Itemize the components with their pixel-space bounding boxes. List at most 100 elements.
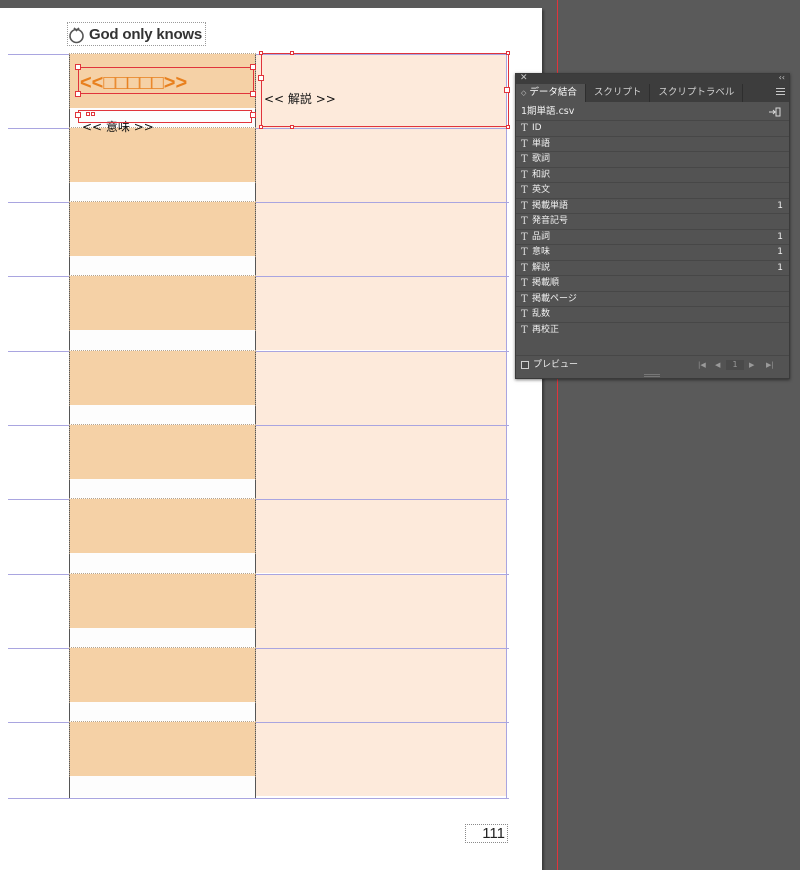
meaning-selection-frame[interactable] [78,110,252,123]
field-name: 英文 [532,185,551,195]
field-name: 歌詞 [532,154,551,164]
panel-tabs: ◇ データ結合 スクリプト スクリプトラベル [516,84,789,102]
meaning-frame[interactable] [70,479,255,500]
selection-handle[interactable] [75,91,81,97]
description-frame[interactable] [256,277,506,350]
text-field-icon: T [521,154,528,165]
close-icon[interactable]: ✕ [520,73,528,83]
description-frame[interactable] [256,500,506,573]
selection-handle[interactable] [506,125,510,129]
text-field-icon: T [521,231,528,243]
panel-title-bar[interactable]: ✕ ‹‹ [516,73,789,84]
field-row-english[interactable]: T 英文 [516,182,789,198]
field-row-pronunciation[interactable]: T 発音記号 [516,213,789,229]
term-frame[interactable] [69,350,256,406]
field-row-part-of-speech[interactable]: T 品詞 1 [516,228,789,244]
term-selection-frame[interactable] [78,67,254,94]
selection-handle[interactable] [259,51,263,55]
description-frame[interactable] [256,203,506,276]
term-frame[interactable] [69,721,256,777]
description-selection-frame[interactable] [261,53,509,127]
meaning-frame[interactable] [70,776,255,797]
selection-handle[interactable] [86,112,90,116]
meaning-frame[interactable] [70,553,255,574]
field-row-meaning[interactable]: T 意味 1 [516,244,789,260]
description-frame[interactable] [256,352,506,425]
preview-checkbox[interactable] [521,361,529,369]
field-row-id[interactable]: T ID [516,120,789,136]
field-count: 1 [777,231,783,242]
field-name: 単語 [532,138,551,149]
page-number[interactable]: 111 [465,824,508,843]
document-page: God only knows <<□□□□□>> << 意味 >> << 解説 … [0,8,542,870]
field-row-listed-word[interactable]: T 掲載単語 1 [516,197,789,213]
meaning-frame[interactable] [70,405,255,426]
description-frame[interactable] [256,426,506,499]
text-field-icon: T [521,138,528,150]
field-name: 掲載ページ [532,293,577,304]
field-row-description[interactable]: T 解説 1 [516,259,789,275]
right-column-rule [506,54,507,799]
field-row-word[interactable]: T 単語 [516,135,789,151]
next-record-icon[interactable]: ▶ [749,356,754,374]
selection-handle[interactable] [75,64,81,70]
term-frame[interactable] [69,498,256,554]
description-frame[interactable] [256,575,506,648]
selection-handle[interactable] [290,125,294,129]
collapse-icon[interactable]: ‹‹ [779,73,785,83]
updown-arrows-icon: ◇ [521,89,527,97]
description-frame[interactable] [256,649,506,722]
panel-menu-icon[interactable] [776,88,785,96]
term-frame[interactable] [69,573,256,629]
data-field-list: T ID T 単語 T 歌詞 T 和訳 T 英文 T 掲載単語 1 T 発音記号 T 品詞 1 T意… [516,120,789,337]
meaning-frame[interactable] [70,256,255,277]
meaning-frame[interactable] [70,628,255,649]
term-frame[interactable] [69,424,256,480]
field-name: 品詞 [532,231,551,242]
resize-grip[interactable] [644,374,660,377]
selection-handle[interactable] [250,112,256,118]
selection-handle[interactable] [258,75,264,81]
tab-data-merge[interactable]: ◇ データ結合 [516,84,586,102]
description-frame[interactable] [256,723,506,796]
tab-scripts[interactable]: スクリプト [586,84,651,102]
field-row-listing-page[interactable]: T 掲載ページ [516,290,789,306]
field-row-random[interactable]: T 乱数 [516,306,789,322]
tab-script-label[interactable]: スクリプトラベル [650,84,744,102]
tab-label: データ結合 [529,87,577,98]
field-name: ID [532,123,542,133]
field-name: 掲載単語 [532,200,569,211]
page-header[interactable]: God only knows [66,22,207,46]
field-row-listing-order[interactable]: T 掲載順 [516,275,789,291]
field-row-reproof[interactable]: T 再校正 [516,321,789,337]
selection-handle[interactable] [250,64,256,70]
term-frame[interactable] [69,275,256,331]
field-row-translation[interactable]: T 和訳 [516,166,789,182]
selection-handle[interactable] [506,51,510,55]
meaning-frame[interactable] [70,330,255,351]
term-frame[interactable] [69,647,256,703]
field-count: 1 [777,247,783,257]
record-number-input[interactable]: 1 [726,360,744,370]
first-record-icon[interactable]: |◀ [698,356,706,374]
field-name: 乱数 [532,309,551,319]
meaning-frame[interactable] [70,182,255,203]
selection-handle[interactable] [290,51,294,55]
term-frame[interactable] [69,201,256,257]
selection-handle[interactable] [91,112,95,116]
field-row-lyrics[interactable]: T 歌詞 [516,151,789,167]
meaning-frame[interactable] [70,702,255,723]
text-field-icon: T [521,262,528,274]
last-record-icon[interactable]: ▶| [766,356,774,374]
link-data-source-icon[interactable] [768,107,781,117]
previous-record-icon[interactable]: ◀ [715,356,720,374]
text-field-icon: T [521,247,528,258]
selection-handle[interactable] [75,112,81,118]
description-frame[interactable] [256,129,506,202]
text-field-icon: T [521,216,528,227]
page-header-text: God only knows [89,25,203,43]
selection-handle[interactable] [259,125,263,129]
selection-handle[interactable] [250,91,256,97]
selection-handle[interactable] [504,87,510,93]
term-frame[interactable] [69,127,256,183]
